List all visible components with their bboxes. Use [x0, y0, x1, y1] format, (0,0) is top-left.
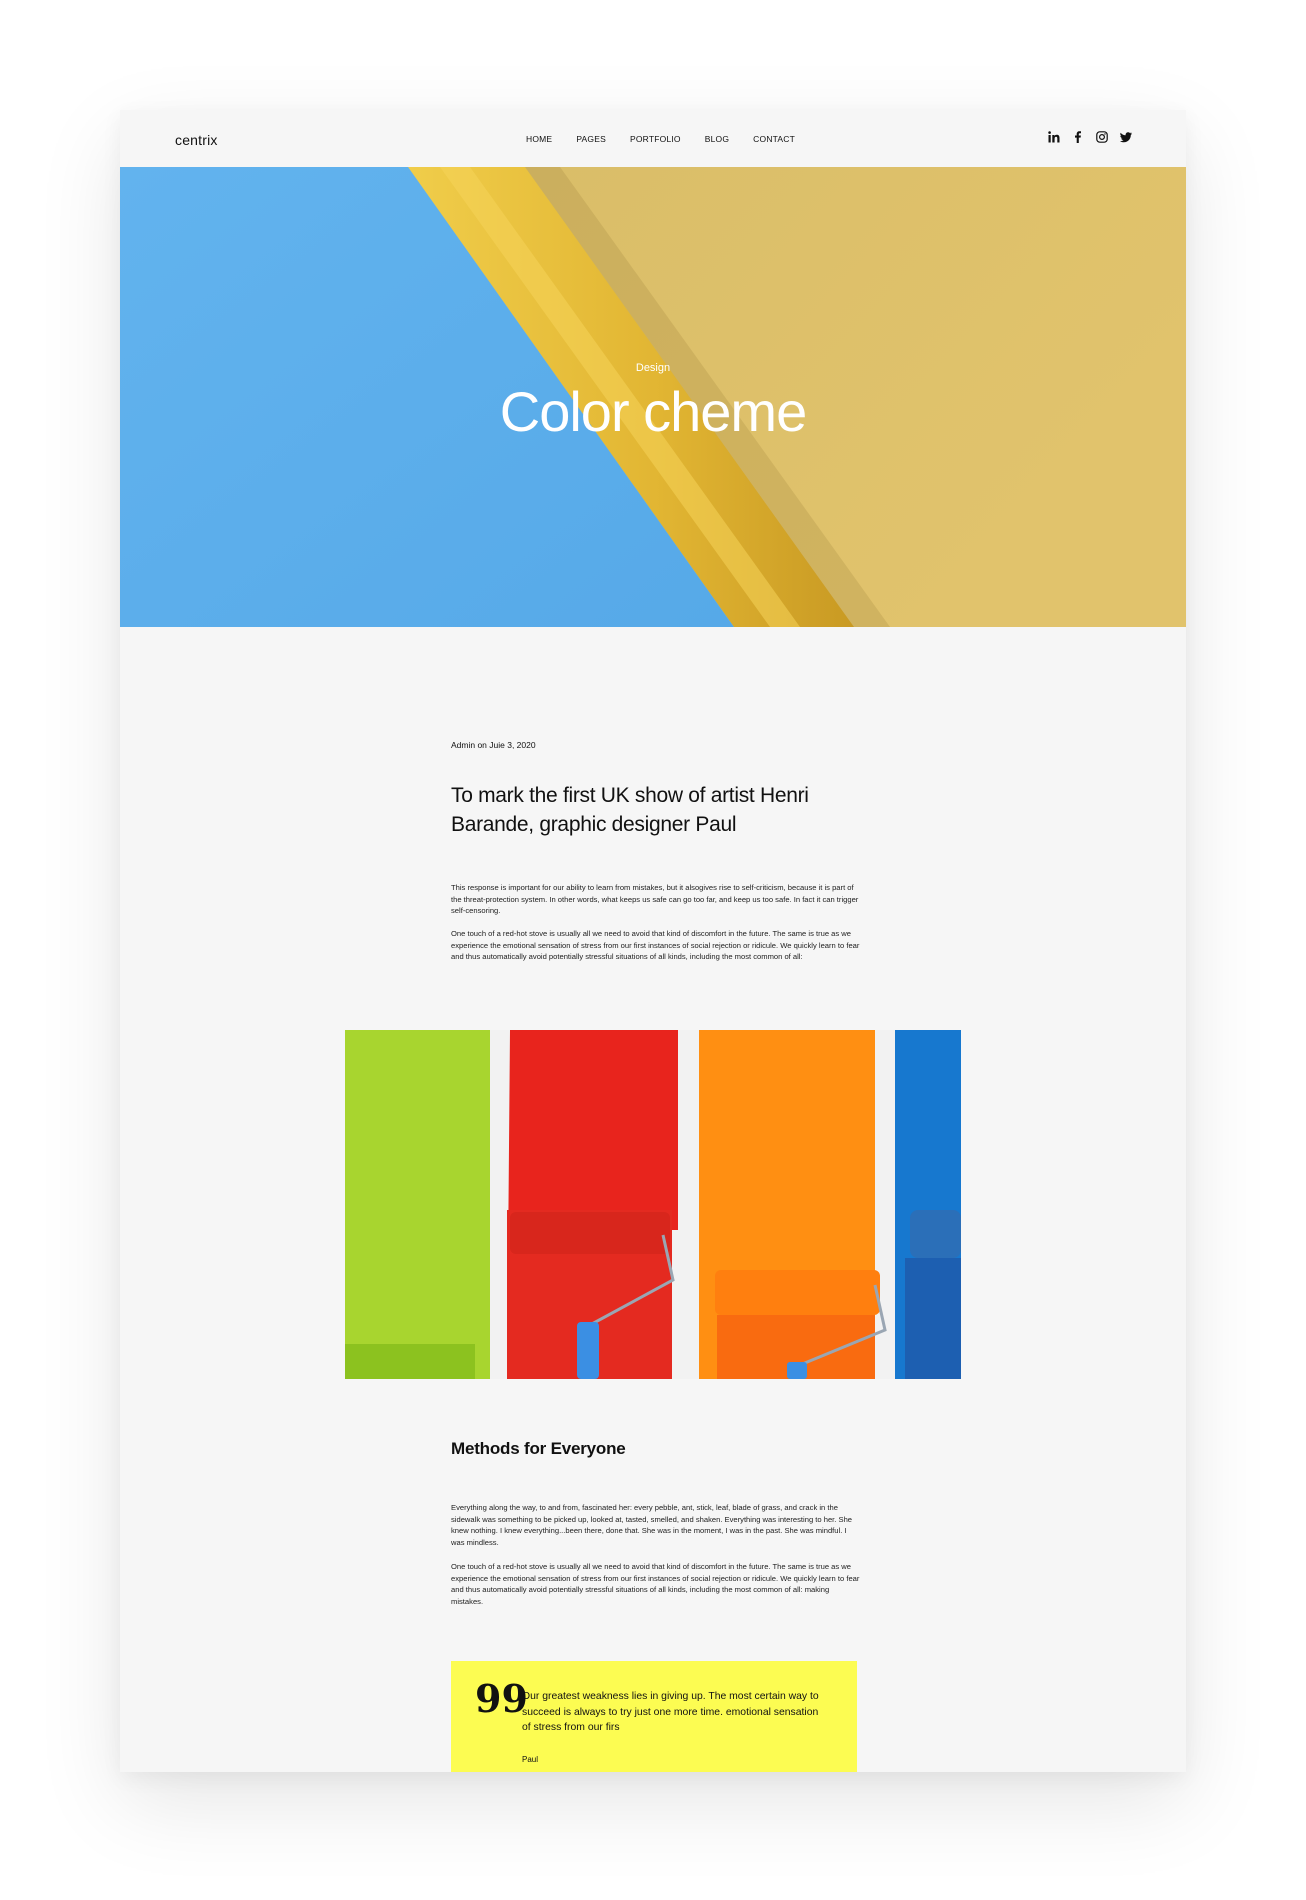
page-card: centrix HOME PAGES PORTFOLIO BLOG CONTAC… — [120, 110, 1186, 1772]
nav-home[interactable]: HOME — [526, 134, 552, 144]
nav-pages[interactable]: PAGES — [576, 134, 606, 144]
article-paragraph-1: This response is important for our abili… — [451, 883, 859, 915]
nav-blog[interactable]: BLOG — [705, 134, 729, 144]
site-header: centrix HOME PAGES PORTFOLIO BLOG CONTAC… — [120, 110, 1186, 167]
section-title: Methods for Everyone — [451, 1439, 626, 1458]
nav-contact[interactable]: CONTACT — [753, 134, 795, 144]
hero-category[interactable]: Design — [120, 362, 1186, 374]
social-links — [1048, 130, 1132, 144]
pull-quote: 99 Our greatest weakness lies in giving … — [451, 1661, 857, 1772]
article-paragraph-3: Everything along the way, to and from, f… — [451, 1503, 853, 1547]
twitter-icon[interactable] — [1120, 130, 1132, 144]
logo[interactable]: centrix — [175, 132, 218, 148]
hero-title: Color cheme — [499, 380, 807, 443]
paint-rollers-image — [345, 1030, 961, 1379]
nav-portfolio[interactable]: PORTFOLIO — [630, 134, 681, 144]
hero-banner: Design Color cheme — [120, 167, 1186, 627]
linkedin-icon[interactable] — [1048, 130, 1060, 144]
article-paragraph-2: One touch of a red-hot stove is usually … — [451, 929, 860, 961]
article-paragraph-4: One touch of a red-hot stove is usually … — [451, 1562, 860, 1606]
article-title: To mark the first UK show of artist Henr… — [451, 784, 809, 836]
instagram-icon[interactable] — [1096, 130, 1108, 144]
post-meta: Admin on Juie 3, 2020 — [451, 740, 536, 750]
main-nav: HOME PAGES PORTFOLIO BLOG CONTACT — [526, 134, 795, 144]
quote-icon: 99 — [475, 1676, 528, 1721]
facebook-icon[interactable] — [1072, 130, 1084, 144]
quote-text: Our greatest weakness lies in giving up.… — [522, 1691, 819, 1733]
quote-author: Paul — [522, 1755, 539, 1764]
